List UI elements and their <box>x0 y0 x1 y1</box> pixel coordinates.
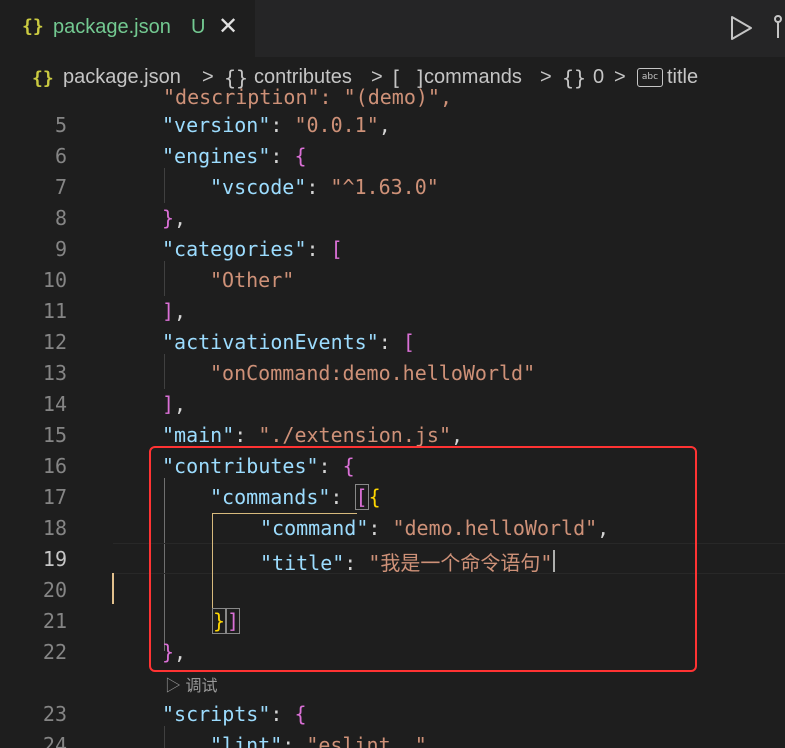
line-number: 11 <box>42 299 67 323</box>
code-text: ], <box>162 299 187 323</box>
code-text: "engines": { <box>162 144 307 168</box>
tab-bar: {} package.json U ✕ <box>0 0 785 57</box>
code-text: "description": "(demo)", <box>163 85 452 109</box>
code-line: 11 ], <box>0 295 785 326</box>
code-text: ], <box>162 392 187 416</box>
play-icon: ▷ <box>165 678 186 695</box>
line-number: 9 <box>54 237 67 261</box>
line-number: 6 <box>54 144 67 168</box>
code-text: }, <box>162 206 187 230</box>
code-line: 10 "Other" <box>0 264 785 295</box>
line-number: 8 <box>54 206 67 230</box>
annotation-highlight-box <box>149 446 697 672</box>
line-number: 10 <box>42 268 67 292</box>
code-line: 13 "onCommand:demo.helloWorld" <box>0 357 785 388</box>
json-file-icon: {} <box>22 16 44 37</box>
tab-label: package.json <box>53 16 171 38</box>
line-number: 23 <box>42 702 67 726</box>
line-number: 19 <box>42 547 67 571</box>
tab-package-json[interactable]: {} package.json U ✕ <box>0 0 255 57</box>
line-number: 5 <box>54 113 67 137</box>
code-line: 6 "engines": { <box>0 140 785 171</box>
close-icon[interactable]: ✕ <box>218 12 238 41</box>
code-text: "main": "./extension.js", <box>162 423 464 447</box>
code-text: "version": "0.0.1", <box>162 113 391 137</box>
source-control-icon[interactable] <box>770 12 785 42</box>
code-text: "activationEvents": [ <box>162 330 415 354</box>
code-text: "Other" <box>210 268 295 292</box>
line-number: 20 <box>42 578 67 602</box>
debug-code-lens[interactable]: ▷ 调试 <box>165 672 217 696</box>
line-number: 16 <box>42 454 67 478</box>
line-number: 18 <box>42 516 67 540</box>
line-number: 17 <box>42 485 67 509</box>
run-icon[interactable] <box>727 14 755 42</box>
code-line: 24 "lint": "eslint .", <box>0 729 785 748</box>
line-number: 13 <box>42 361 67 385</box>
code-text: "lint": "eslint .", <box>210 733 439 748</box>
line-number: 21 <box>42 609 67 633</box>
code-line: 14 ], <box>0 388 785 419</box>
line-number: 7 <box>54 175 67 199</box>
code-text: "categories": [ <box>162 237 343 261</box>
line-number: 22 <box>42 640 67 664</box>
line-number: 24 <box>42 733 67 748</box>
code-line: 23 "scripts": { <box>0 698 785 729</box>
line-number: 14 <box>42 392 67 416</box>
code-line: 7 "vscode": "^1.63.0" <box>0 171 785 202</box>
code-line: 9 "categories": [ <box>0 233 785 264</box>
code-line: 8 }, <box>0 202 785 233</box>
git-status-badge: U <box>191 16 206 38</box>
code-line: 5 "version": "0.0.1", <box>0 109 785 140</box>
code-text: "onCommand:demo.helloWorld" <box>210 361 536 385</box>
code-text: "vscode": "^1.63.0" <box>210 175 439 199</box>
code-text: "scripts": { <box>162 702 307 726</box>
line-number: 15 <box>42 423 67 447</box>
line-number: 12 <box>42 330 67 354</box>
code-line: "description": "(demo)", <box>0 81 785 112</box>
code-line: 12 "activationEvents": [ <box>0 326 785 357</box>
